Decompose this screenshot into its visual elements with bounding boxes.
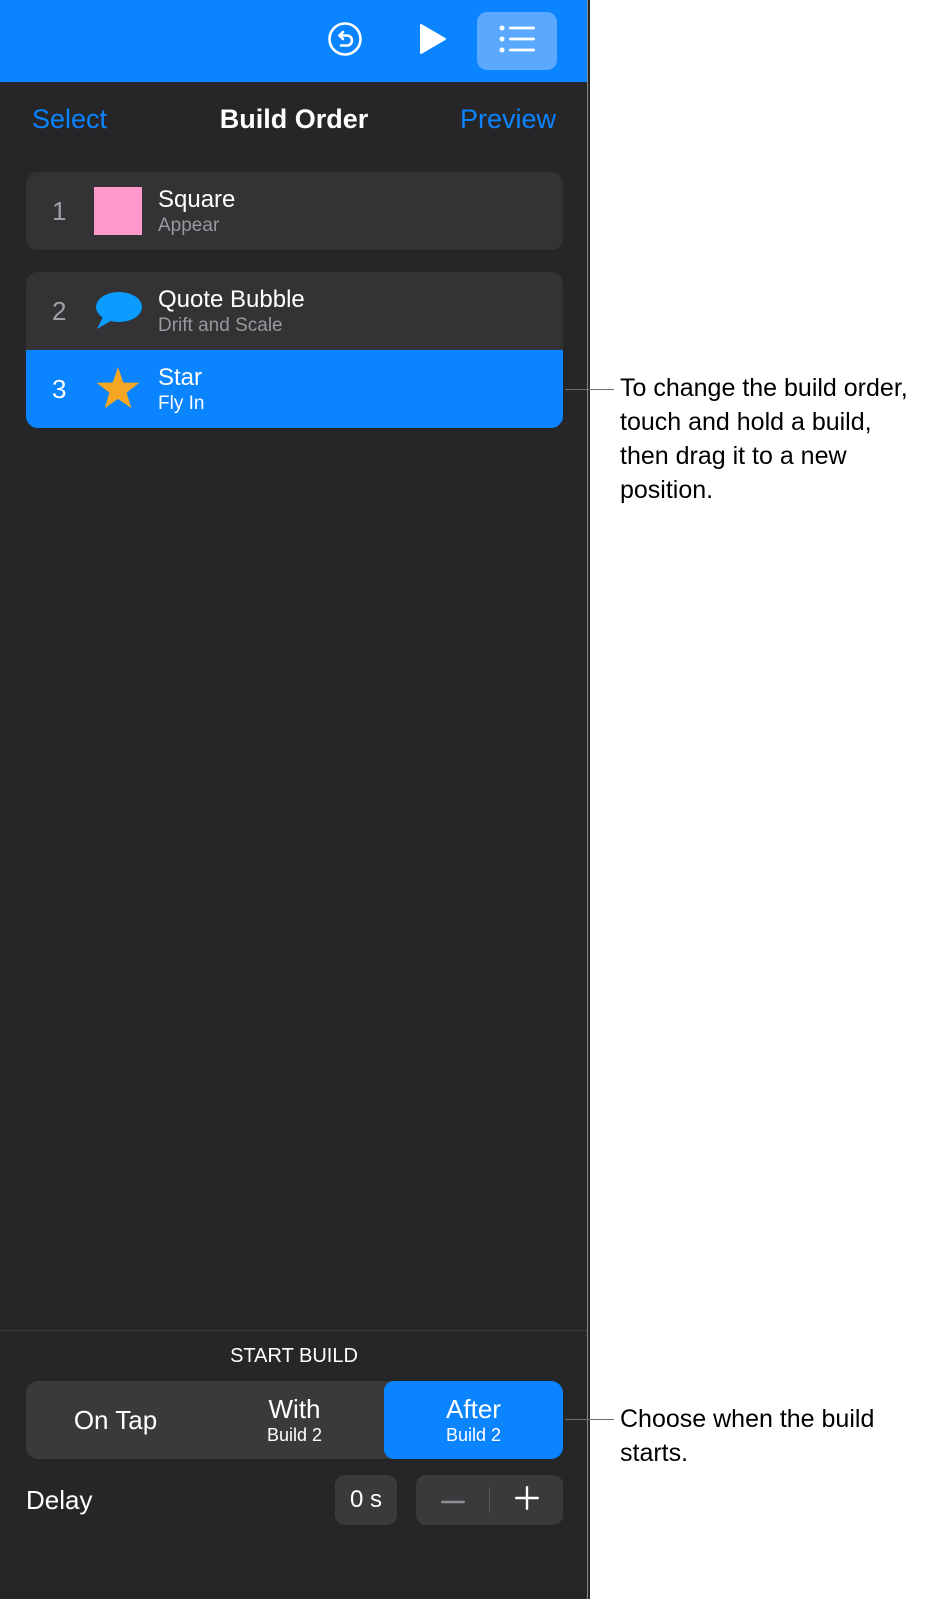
- option-label: After: [446, 1394, 501, 1424]
- build-group: 1 Square Appear: [26, 172, 563, 250]
- option-label: On Tap: [73, 1405, 158, 1435]
- after-build-option[interactable]: After Build 2: [384, 1381, 563, 1459]
- option-label: With: [268, 1394, 321, 1424]
- decrement-button[interactable]: [416, 1475, 489, 1525]
- build-effect: Drift and Scale: [158, 315, 283, 336]
- delay-stepper: [416, 1475, 563, 1525]
- build-number: 3: [52, 374, 67, 404]
- build-effect: Appear: [158, 215, 220, 236]
- increment-button[interactable]: [490, 1475, 563, 1525]
- star-icon: [94, 365, 142, 413]
- build-row-star[interactable]: 3 Star Fly In: [26, 350, 563, 428]
- divider: [0, 1330, 588, 1331]
- undo-icon: [327, 21, 363, 62]
- with-build-option[interactable]: With Build 2: [205, 1381, 384, 1459]
- option-sublabel: Build 2: [445, 1425, 502, 1445]
- speech-bubble-icon: [94, 287, 142, 335]
- build-row-quote-bubble[interactable]: 2 Quote Bubble Drift and Scale: [26, 272, 563, 350]
- build-effect: Fly In: [158, 393, 205, 414]
- callout-leader-line: [565, 389, 614, 390]
- build-title: Quote Bubble: [158, 286, 305, 313]
- play-icon: [417, 23, 447, 60]
- start-build-label: START BUILD: [230, 1345, 358, 1367]
- panel-border: [587, 0, 588, 1599]
- build-row-square[interactable]: 1 Square Appear: [26, 172, 563, 250]
- build-group: 2 Quote Bubble Drift and Scale 3 Star Fl…: [26, 272, 563, 428]
- pink-square-icon: [94, 187, 142, 235]
- undo-button[interactable]: [305, 12, 385, 70]
- preview-button[interactable]: Preview: [460, 104, 556, 135]
- build-number: 1: [52, 196, 67, 226]
- on-tap-option[interactable]: On Tap: [26, 1381, 205, 1459]
- callout-reorder: To change the build order, touch and hol…: [620, 374, 908, 504]
- option-sublabel: Build 2: [266, 1425, 323, 1445]
- toolbar: [0, 0, 588, 82]
- callout-start-build: Choose when the build starts.: [620, 1405, 875, 1467]
- delay-value-field[interactable]: 0 s: [335, 1475, 397, 1525]
- delay-label: Delay: [26, 1485, 93, 1515]
- start-build-segmented-control: On Tap With Build 2 After Build 2: [26, 1381, 563, 1459]
- list-icon: [498, 24, 536, 59]
- nav-bar: Select Build Order Preview: [0, 96, 588, 148]
- build-title: Star: [158, 364, 203, 391]
- build-order-panel: Select Build Order Preview 1 Square Appe…: [0, 0, 590, 1599]
- build-order-list-button[interactable]: [477, 12, 557, 70]
- plus-icon: [514, 1485, 539, 1515]
- callout-leader-line: [565, 1419, 614, 1420]
- build-title: Square: [158, 186, 236, 213]
- minus-icon: [440, 1491, 465, 1509]
- play-button[interactable]: [392, 12, 472, 70]
- build-number: 2: [52, 296, 67, 326]
